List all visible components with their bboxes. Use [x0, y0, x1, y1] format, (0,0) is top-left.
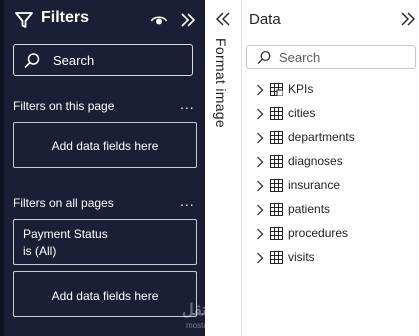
- pane-edge: [0, 0, 4, 336]
- more-options-icon[interactable]: ...: [180, 96, 195, 112]
- chevron-right-icon[interactable]: [256, 132, 264, 144]
- chevron-right-icon[interactable]: [256, 204, 264, 216]
- collapse-data-icon[interactable]: [399, 10, 415, 28]
- chevron-right-icon[interactable]: [256, 252, 264, 264]
- table-item-patients[interactable]: patients: [242, 199, 419, 221]
- page-filter-drop-well[interactable]: Add data fields here: [13, 122, 197, 168]
- search-icon: [24, 53, 40, 69]
- table-icon: [270, 227, 283, 240]
- chevron-right-icon[interactable]: [256, 84, 264, 96]
- data-title: Data: [249, 11, 281, 28]
- table-label: diagnoses: [288, 154, 343, 168]
- chevron-right-icon[interactable]: [256, 180, 264, 192]
- table-item-insurance[interactable]: insurance: [242, 175, 419, 197]
- table-item-visits[interactable]: visits: [242, 247, 419, 269]
- table-icon: [270, 203, 283, 216]
- filter-state: is (All): [23, 244, 57, 258]
- filters-title: Filters: [41, 9, 90, 26]
- eye-icon[interactable]: [150, 11, 168, 29]
- chevron-right-icon[interactable]: [256, 108, 264, 120]
- add-fields-text: Add data fields here: [51, 289, 159, 303]
- data-pane: Data Search KPIs cities departments diag…: [242, 0, 419, 336]
- table-label: KPIs: [288, 82, 314, 96]
- table-label: patients: [288, 202, 331, 216]
- filters-header: Filters: [14, 8, 198, 32]
- format-pane-collapsed[interactable]: Format image: [205, 0, 242, 336]
- all-pages-filter-drop-well[interactable]: Add data fields here: [13, 271, 197, 317]
- table-label: cities: [288, 106, 316, 120]
- search-icon: [257, 51, 271, 65]
- more-options-icon[interactable]: ...: [180, 193, 195, 209]
- table-icon: [270, 131, 283, 144]
- collapse-filters-icon[interactable]: [179, 10, 197, 30]
- filters-search-input[interactable]: Search: [13, 44, 193, 76]
- data-search-placeholder: Search: [279, 50, 321, 65]
- payment-status-filter-card[interactable]: Payment Status is (All): [13, 219, 197, 265]
- table-item-cities[interactable]: cities: [242, 103, 419, 125]
- filters-pane: Filters Search Filters on this page ... …: [0, 0, 231, 336]
- chevron-right-icon[interactable]: [256, 228, 264, 240]
- filters-search-placeholder: Search: [53, 53, 95, 68]
- chevron-right-icon[interactable]: [256, 156, 264, 168]
- table-item-departments[interactable]: departments: [242, 127, 419, 149]
- data-search-input[interactable]: Search: [246, 45, 416, 69]
- measure-table-icon: [270, 83, 283, 96]
- table-icon: [270, 179, 283, 192]
- table-label: insurance: [288, 178, 341, 192]
- table-item-procedures[interactable]: procedures: [242, 223, 419, 245]
- table-icon: [270, 107, 283, 120]
- funnel-icon: [15, 12, 33, 28]
- table-label: departments: [288, 130, 355, 144]
- filters-on-all-pages-label: Filters on all pages: [13, 196, 114, 210]
- filter-field-name: Payment Status: [23, 227, 108, 241]
- table-label: procedures: [288, 226, 349, 240]
- format-image-label: Format image: [213, 38, 229, 128]
- table-item-kpis[interactable]: KPIs: [242, 79, 419, 101]
- expand-format-icon[interactable]: [216, 10, 232, 28]
- table-item-diagnoses[interactable]: diagnoses: [242, 151, 419, 173]
- table-label: visits: [288, 250, 315, 264]
- add-fields-text: Add data fields here: [51, 139, 159, 153]
- filters-on-this-page-label: Filters on this page: [13, 99, 115, 113]
- table-icon: [270, 251, 283, 264]
- table-icon: [270, 155, 283, 168]
